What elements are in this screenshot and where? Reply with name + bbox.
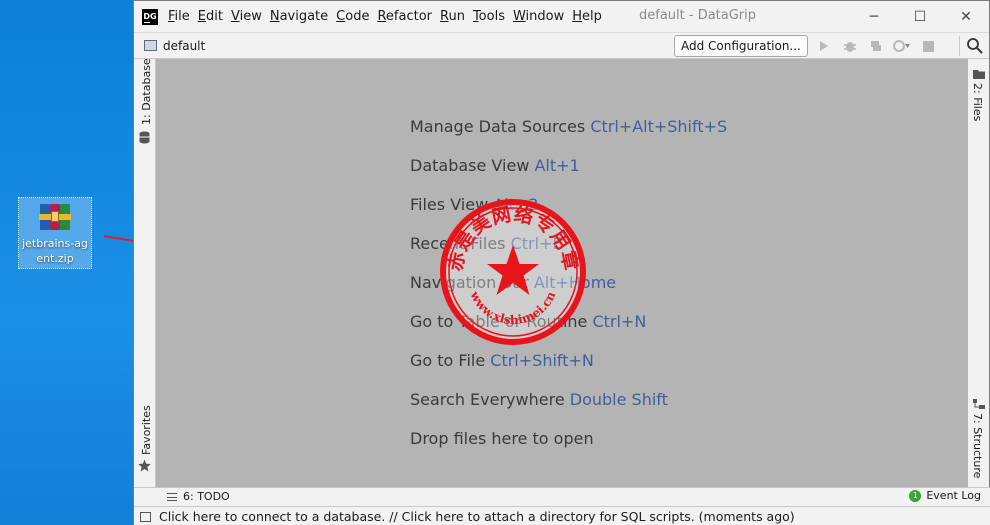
status-message[interactable]: Click here to connect to a database. // … bbox=[159, 509, 795, 524]
coverage-icon[interactable] bbox=[866, 37, 886, 55]
menu-item[interactable]: File bbox=[168, 9, 190, 24]
shortcut-hint: Go to File Ctrl+Shift+N bbox=[410, 351, 594, 370]
add-configuration-button[interactable]: Add Configuration... bbox=[674, 35, 808, 57]
stop-icon[interactable] bbox=[918, 37, 938, 55]
project-icon bbox=[144, 40, 157, 51]
star-icon bbox=[138, 459, 151, 472]
todo-tab[interactable]: 6: TODO bbox=[167, 490, 230, 503]
menu-item[interactable]: Refactor bbox=[377, 9, 432, 24]
folder-icon bbox=[973, 70, 985, 79]
datagrip-window: DG File Edit View Navigate Code Refactor Run To… bbox=[133, 0, 990, 525]
red-seal-stamp: 赤是美网络专用章 www.xlshimei.cn bbox=[440, 199, 586, 345]
left-tool-strip: 1: Database Favorites bbox=[134, 58, 156, 487]
run-icon[interactable] bbox=[814, 37, 834, 55]
tab-database[interactable]: 1: Database bbox=[140, 58, 153, 125]
shortcut-hint: Search Everywhere Double Shift bbox=[410, 390, 668, 409]
status-bar: Click here to connect to a database. // … bbox=[134, 506, 990, 525]
shortcut-hint: Drop files here to open bbox=[410, 429, 594, 448]
winrar-archive-icon bbox=[39, 202, 71, 232]
profile-icon[interactable] bbox=[892, 37, 912, 55]
menu-item[interactable]: Tools bbox=[473, 9, 505, 24]
tab-favorites[interactable]: Favorites bbox=[140, 405, 153, 455]
todo-label: 6: TODO bbox=[183, 490, 230, 503]
desktop-file-icon[interactable]: jetbrains-agent.zip bbox=[18, 197, 92, 269]
shortcut-hint: Database View Alt+1 bbox=[410, 156, 580, 175]
shortcut-hint: Manage Data Sources Ctrl+Alt+Shift+S bbox=[410, 117, 728, 136]
search-icon[interactable] bbox=[966, 37, 984, 55]
database-icon bbox=[139, 131, 150, 144]
event-log-tab[interactable]: 1 Event Log bbox=[909, 489, 981, 502]
maximize-icon[interactable]: ☐ bbox=[897, 1, 943, 32]
status-window-icon[interactable] bbox=[140, 511, 151, 522]
menu-item[interactable]: Edit bbox=[198, 9, 223, 24]
menu-bar: File Edit View Navigate Code Refactor Run Tools… bbox=[168, 9, 610, 24]
desktop-file-label: jetbrains-agent.zip bbox=[22, 237, 88, 265]
menu-item[interactable]: Help bbox=[572, 9, 602, 24]
navigation-toolbar: default Add Configuration... bbox=[134, 32, 989, 59]
tool-window-bar: 6: TODO 1 Event Log bbox=[134, 487, 990, 506]
datagrip-logo-icon: DG bbox=[142, 8, 158, 25]
minimize-icon[interactable]: ─ bbox=[851, 1, 897, 32]
editor-empty-area[interactable]: Drop files here to open Search Everywhere… bbox=[156, 59, 968, 487]
debug-icon[interactable] bbox=[840, 37, 860, 55]
todo-icon bbox=[167, 492, 177, 501]
project-name[interactable]: default bbox=[163, 39, 205, 53]
event-count-badge: 1 bbox=[909, 489, 922, 502]
title-bar: DG File Edit View Navigate Code Refactor Run To… bbox=[134, 1, 989, 32]
menu-item[interactable]: Navigate bbox=[270, 9, 328, 24]
menu-item[interactable]: Run bbox=[440, 9, 465, 24]
tab-files[interactable]: 2: Files bbox=[971, 83, 984, 121]
window-title: default - DataGrip bbox=[639, 8, 757, 23]
tab-structure[interactable]: 7: Structure bbox=[971, 413, 984, 478]
structure-icon bbox=[973, 399, 985, 409]
menu-item[interactable]: Window bbox=[513, 9, 564, 24]
menu-item[interactable]: View bbox=[231, 9, 262, 24]
close-icon[interactable]: ✕ bbox=[943, 1, 989, 32]
window-controls: ─ ☐ ✕ bbox=[851, 1, 989, 32]
event-log-label: Event Log bbox=[926, 489, 981, 502]
menu-item[interactable]: Code bbox=[336, 9, 369, 24]
right-tool-strip: 2: Files 7: Structure bbox=[967, 59, 989, 487]
